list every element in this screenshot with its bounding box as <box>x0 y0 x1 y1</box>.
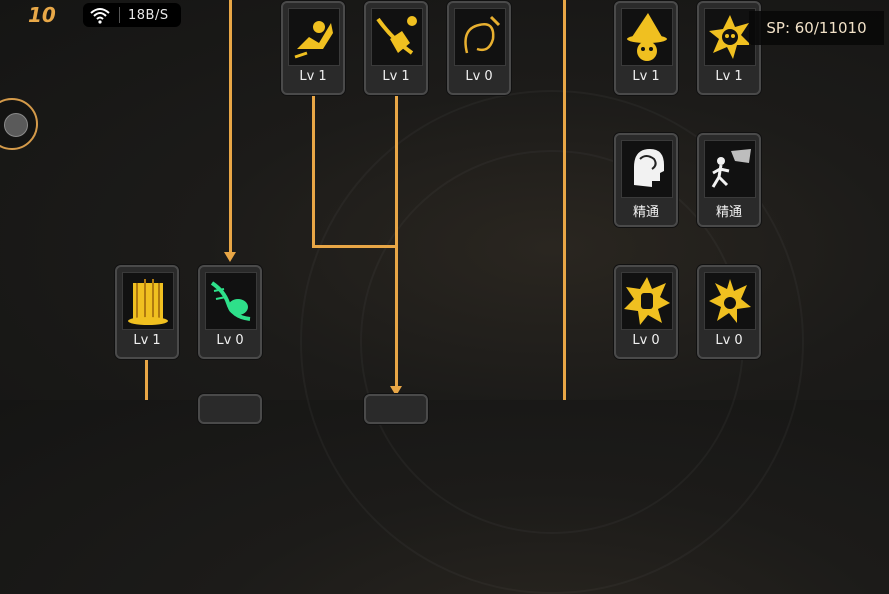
skill-slot[interactable]: 精通 <box>697 133 761 227</box>
explosion-palm-icon <box>621 272 673 330</box>
skill-slot[interactable]: Lv 0 <box>447 1 511 95</box>
summon-skill-icon <box>288 8 340 66</box>
flame-burst-icon <box>704 272 756 330</box>
skill-slot[interactable]: Lv 1 <box>115 265 179 359</box>
connector-line <box>395 96 398 388</box>
skill-level-label: Lv 1 <box>632 69 660 84</box>
green-slash-icon <box>205 272 257 330</box>
skill-level-label: Lv 0 <box>715 333 743 348</box>
skill-slot-partial[interactable] <box>364 394 428 424</box>
skill-slot[interactable]: Lv 0 <box>198 265 262 359</box>
background-ornament-inner <box>360 150 744 534</box>
connector-line <box>145 358 148 400</box>
fire-pillar-icon <box>122 272 174 330</box>
network-status: 18B/S <box>83 3 181 27</box>
panel-divider <box>563 0 566 400</box>
connector-line <box>312 96 315 248</box>
skill-level-label: Lv 0 <box>632 333 660 348</box>
witch-icon <box>621 8 673 66</box>
skill-slot[interactable]: Lv 1 <box>614 1 678 95</box>
skill-slot[interactable]: Lv 0 <box>697 265 761 359</box>
mind-mastery-icon <box>621 140 673 198</box>
skill-slot[interactable]: Lv 0 <box>614 265 678 359</box>
network-speed: 18B/S <box>128 7 169 23</box>
wifi-icon <box>90 8 110 24</box>
skill-slot[interactable]: Lv 1 <box>364 1 428 95</box>
skill-level-label: Lv 0 <box>465 69 493 84</box>
skill-level-label: Lv 1 <box>133 333 161 348</box>
speed-mastery-icon <box>704 140 756 198</box>
whip-strike-icon <box>371 8 423 66</box>
connector-line <box>229 0 232 254</box>
skill-level-label: Lv 1 <box>382 69 410 84</box>
whip-icon <box>454 8 506 66</box>
skill-level-label: 精通 <box>715 205 742 220</box>
side-menu-button[interactable] <box>0 98 38 150</box>
skill-level-label: Lv 1 <box>715 69 743 84</box>
connector-line <box>312 245 398 248</box>
skill-slot-partial[interactable] <box>198 394 262 424</box>
grid-icon <box>4 113 28 137</box>
skill-level-label: 精通 <box>632 205 659 220</box>
skill-level-label: Lv 1 <box>299 69 327 84</box>
connector-arrow <box>224 252 236 262</box>
status-level: 10 <box>28 3 56 27</box>
sp-counter: SP: 60/11010 <box>749 11 884 45</box>
skill-slot[interactable]: 精通 <box>614 133 678 227</box>
skill-slot[interactable]: Lv 1 <box>281 1 345 95</box>
skill-level-label: Lv 0 <box>216 333 244 348</box>
